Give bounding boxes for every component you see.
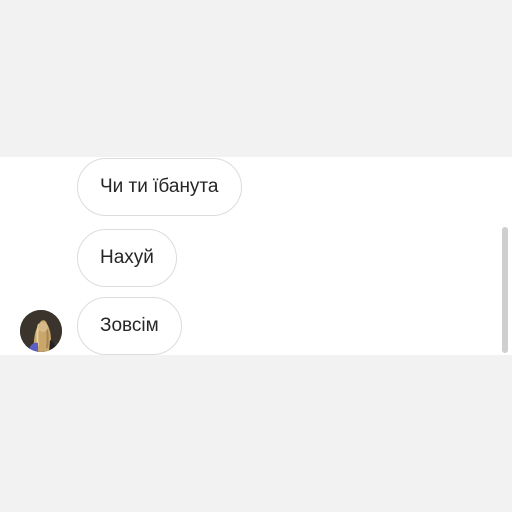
message-text: Зовсім bbox=[100, 315, 159, 336]
avatar[interactable] bbox=[20, 310, 62, 352]
message-text: Нахуй bbox=[100, 247, 154, 268]
message-bubble[interactable]: Нахуй bbox=[77, 229, 177, 287]
scrollbar[interactable] bbox=[502, 227, 508, 353]
user-avatar-icon bbox=[20, 310, 62, 352]
message-thread: Чи ти їбанута Нахуй Зовсім bbox=[0, 157, 512, 355]
screen: Чи ти їбанута Нахуй Зовсім bbox=[0, 0, 512, 512]
message-text: Чи ти їбанута bbox=[100, 176, 219, 197]
message-bubble[interactable]: Чи ти їбанута bbox=[77, 158, 242, 216]
message-bubble[interactable]: Зовсім bbox=[77, 297, 182, 355]
